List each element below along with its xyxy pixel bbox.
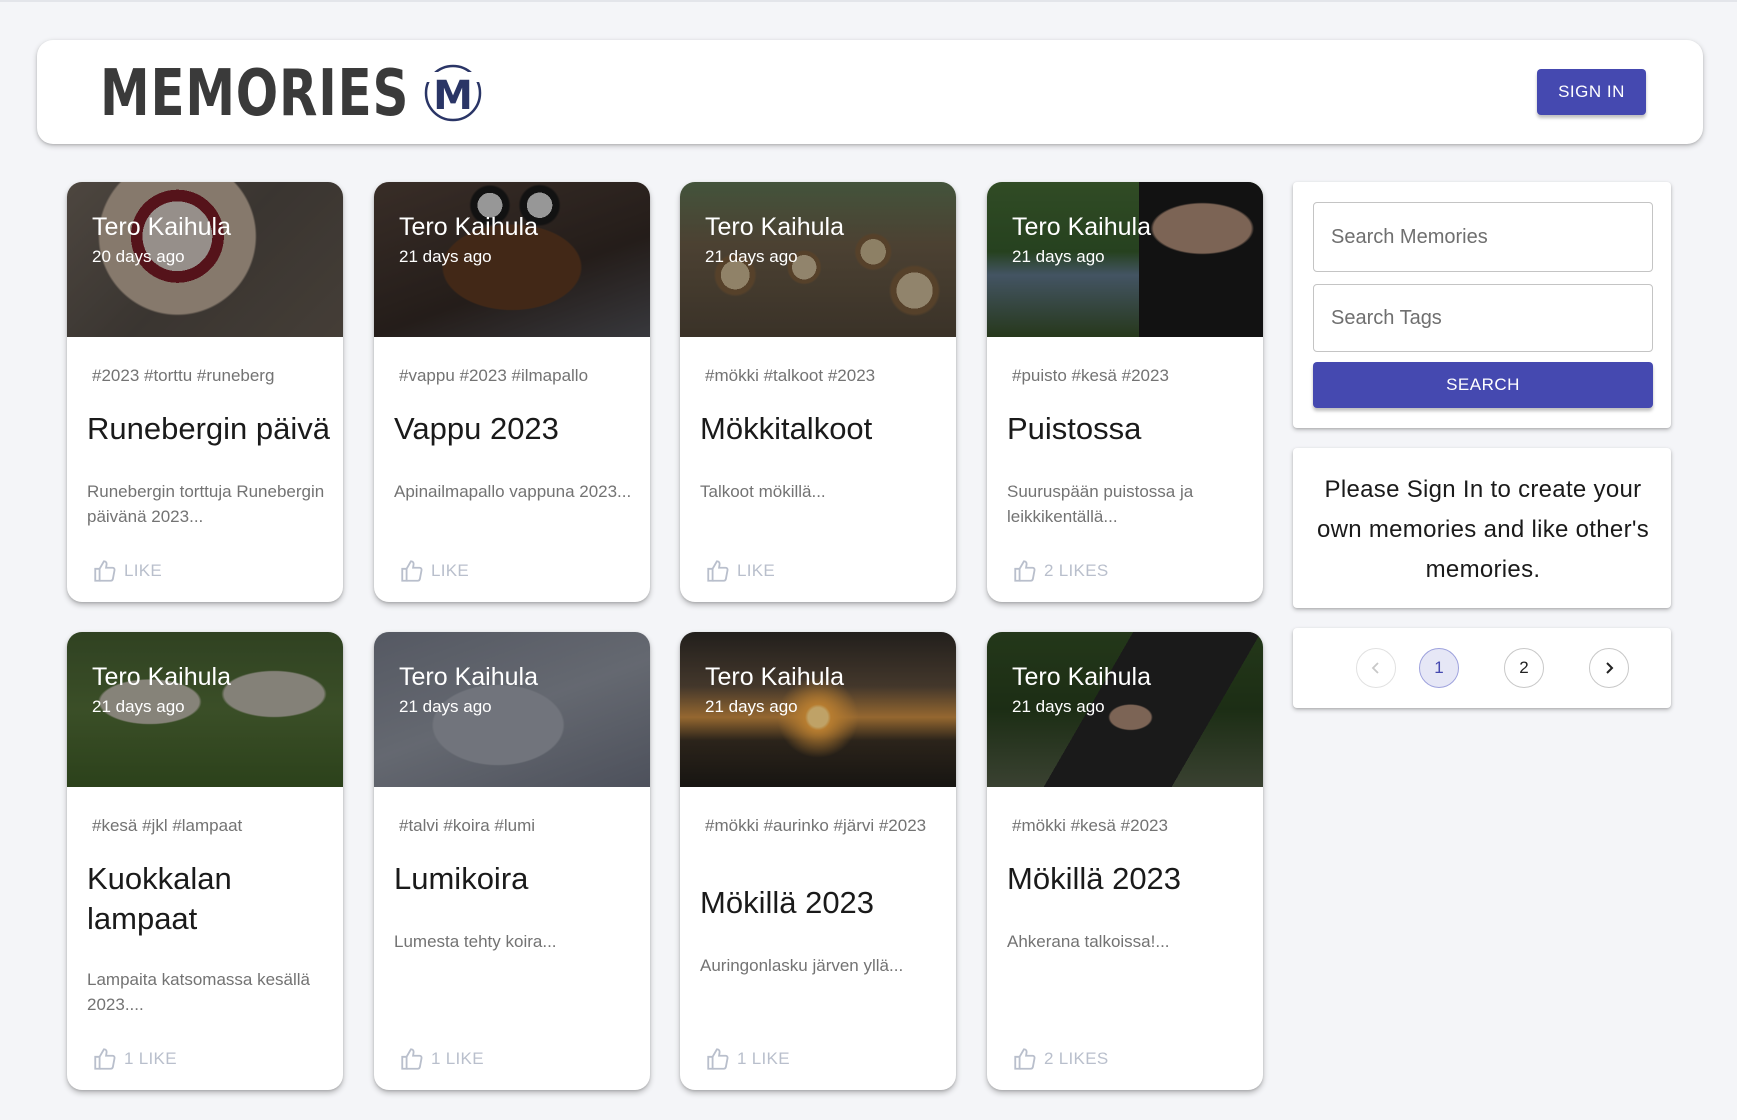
post-tags: #kesä #jkl #lampaat [92, 816, 243, 835]
like-button[interactable]: LIKE [92, 558, 162, 584]
post-author: Tero Kaihula [1012, 663, 1151, 691]
post-time: 21 days ago [705, 697, 798, 716]
thumb-up-icon [401, 1048, 423, 1070]
post-card[interactable]: Tero Kaihula 21 days ago #mökki #aurinko… [680, 632, 956, 1090]
post-card[interactable]: Tero Kaihula 21 days ago #kesä #jkl #lam… [67, 632, 343, 1090]
like-button[interactable]: LIKE [705, 558, 775, 584]
thumb-up-icon [94, 560, 116, 582]
memories-logo-icon[interactable]: M [422, 62, 484, 124]
post-time: 21 days ago [399, 247, 492, 266]
signin-notice-panel: Please Sign In to create your own memori… [1293, 448, 1671, 608]
like-count: 1 LIKE [737, 1049, 790, 1068]
like-count: LIKE [737, 561, 776, 580]
brand-title[interactable]: Memories [100, 62, 409, 126]
thumb-up-icon [1014, 560, 1036, 582]
logo-letter: M [433, 73, 473, 119]
post-card[interactable]: Tero Kaihula 20 days ago #2023 #torttu #… [67, 182, 343, 602]
post-tags: #mökki #aurinko #järvi #2023 [705, 816, 927, 835]
post-image: Tero Kaihula 21 days ago [374, 182, 650, 337]
post-time: 21 days ago [705, 247, 798, 266]
like-count: 1 LIKE [431, 1049, 484, 1068]
thumb-up-icon [707, 560, 729, 582]
post-title: Puistossa [1007, 411, 1142, 446]
post-image: Tero Kaihula 21 days ago [374, 632, 650, 787]
thumb-up-icon [401, 560, 423, 582]
post-tags: #talvi #koira #lumi [399, 816, 536, 835]
like-count: LIKE [431, 561, 470, 580]
post-message: Talkoot mökillä... [700, 482, 826, 501]
post-image: Tero Kaihula 21 days ago [987, 182, 1263, 337]
post-tags: #vappu #2023 #ilmapallo [399, 366, 589, 385]
post-message: Apinailmapallo vappuna 2023... [394, 482, 632, 501]
like-button[interactable]: 2 LIKES [1012, 1046, 1108, 1072]
post-card[interactable]: Tero Kaihula 21 days ago #mökki #kesä #2… [987, 632, 1263, 1090]
post-time: 20 days ago [92, 247, 185, 266]
post-title: Mökillä 2023 [700, 885, 875, 920]
post-tags: #mökki #kesä #2023 [1012, 816, 1168, 835]
post-title: Kuokkalan lampaat [87, 861, 232, 936]
previous-page-button[interactable] [1356, 648, 1396, 688]
like-button[interactable]: 1 LIKE [92, 1046, 177, 1072]
post-author: Tero Kaihula [705, 213, 844, 241]
post-tags: #puisto #kesä #2023 [1012, 366, 1169, 385]
post-title: Lumikoira [394, 861, 529, 896]
post-author: Tero Kaihula [399, 213, 538, 241]
post-author: Tero Kaihula [399, 663, 538, 691]
post-message: Ahkerana talkoissa!... [1007, 932, 1170, 951]
post-tags: #mökki #talkoot #2023 [705, 366, 876, 385]
pagination-panel: 1 2 [1293, 628, 1671, 708]
post-message: Lampaita katsomassa kesällä 2023.... [87, 970, 311, 1014]
post-title: Mökillä 2023 [1007, 861, 1182, 896]
post-author: Tero Kaihula [92, 213, 231, 241]
chevron-right-icon [1606, 662, 1614, 674]
post-title: Mökkitalkoot [700, 411, 873, 446]
app-bar: Memories M SIGN IN [37, 40, 1703, 144]
post-author: Tero Kaihula [705, 663, 844, 691]
post-title: Runebergin päivä [87, 411, 331, 446]
post-time: 21 days ago [92, 697, 185, 716]
post-card[interactable]: Tero Kaihula 21 days ago #vappu #2023 #i… [374, 182, 650, 602]
post-image: Tero Kaihula 20 days ago [67, 182, 343, 337]
post-time: 21 days ago [1012, 697, 1105, 716]
post-tags: #2023 #torttu #runeberg [92, 366, 275, 385]
post-message: Runebergin torttuja Runebergin päivänä 2… [87, 482, 325, 526]
like-count: 2 LIKES [1044, 561, 1109, 580]
page-2-button[interactable]: 2 [1504, 648, 1544, 688]
like-count: 1 LIKE [124, 1049, 177, 1068]
post-image: Tero Kaihula 21 days ago [680, 182, 956, 337]
post-message: Suuruspään puistossa ja leikkikentällä..… [1007, 482, 1194, 526]
thumb-up-icon [707, 1048, 729, 1070]
post-time: 21 days ago [399, 697, 492, 716]
chevron-left-icon [1371, 662, 1379, 674]
post-message: Lumesta tehty koira... [394, 932, 557, 951]
sign-in-button[interactable]: SIGN IN [1537, 69, 1646, 115]
post-author: Tero Kaihula [92, 663, 231, 691]
search-memories-input[interactable] [1313, 202, 1653, 272]
search-panel: SEARCH [1293, 182, 1671, 428]
page-1-button[interactable]: 1 [1419, 648, 1459, 688]
post-card[interactable]: Tero Kaihula 21 days ago #mökki #talkoot… [680, 182, 956, 602]
signin-notice-text: Please Sign In to create your own memori… [1316, 476, 1650, 583]
post-author: Tero Kaihula [1012, 213, 1151, 241]
thumb-up-icon [1014, 1048, 1036, 1070]
search-button[interactable]: SEARCH [1313, 362, 1653, 408]
post-card[interactable]: Tero Kaihula 21 days ago #puisto #kesä #… [987, 182, 1263, 602]
like-count: LIKE [124, 561, 163, 580]
thumb-up-icon [94, 1048, 116, 1070]
search-tags-input[interactable] [1313, 284, 1653, 352]
post-card[interactable]: Tero Kaihula 21 days ago #talvi #koira #… [374, 632, 650, 1090]
post-message: Auringonlasku järven yllä... [700, 956, 904, 975]
next-page-button[interactable] [1589, 648, 1629, 688]
pagination: 1 2 [1293, 648, 1671, 688]
like-button[interactable]: 1 LIKE [705, 1046, 790, 1072]
post-image: Tero Kaihula 21 days ago [987, 632, 1263, 787]
post-title: Vappu 2023 [394, 411, 559, 446]
like-button[interactable]: LIKE [399, 558, 469, 584]
like-button[interactable]: 1 LIKE [399, 1046, 484, 1072]
post-image: Tero Kaihula 21 days ago [67, 632, 343, 787]
like-button[interactable]: 2 LIKES [1012, 558, 1108, 584]
post-time: 21 days ago [1012, 247, 1105, 266]
post-image: Tero Kaihula 21 days ago [680, 632, 956, 787]
like-count: 2 LIKES [1044, 1049, 1109, 1068]
